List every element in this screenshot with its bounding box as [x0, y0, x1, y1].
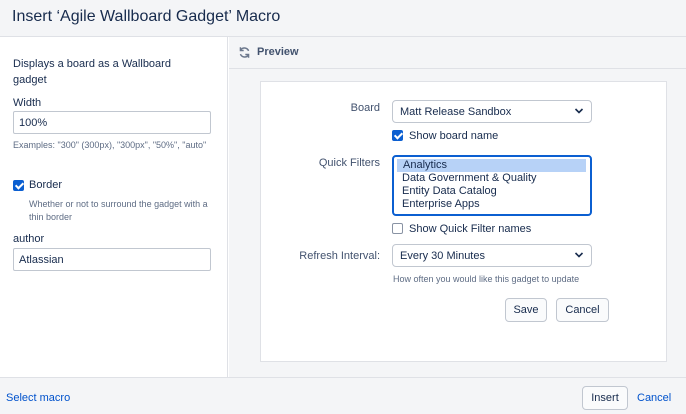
select-macro-link[interactable]: Select macro	[6, 392, 70, 404]
border-checkbox[interactable]	[13, 180, 24, 191]
border-label: Border	[29, 179, 63, 191]
macro-parameters-panel: Displays a board as a Wallboard gadget W…	[0, 37, 228, 377]
quick-filter-option[interactable]: Data Government & Quality	[394, 172, 590, 185]
author-label: author	[13, 233, 45, 245]
quick-filter-option[interactable]: Analytics	[397, 159, 586, 172]
board-select-value: Matt Release Sandbox	[400, 106, 512, 118]
width-field[interactable]	[13, 111, 211, 134]
author-field[interactable]	[13, 248, 211, 271]
refresh-interval-select[interactable]: Every 30 Minutes	[392, 244, 592, 267]
quick-filters-listbox[interactable]: Analytics Data Government & Quality Enti…	[392, 155, 592, 216]
show-board-name-checkbox[interactable]	[392, 130, 403, 141]
show-quick-filter-names-label: Show Quick Filter names	[409, 223, 532, 235]
quick-filter-option[interactable]: Entity Data Catalog	[394, 185, 590, 198]
border-help-text: Whether or not to surround the gadget wi…	[29, 199, 208, 222]
refresh-icon[interactable]	[238, 46, 251, 59]
board-label: Board	[350, 102, 380, 114]
refresh-interval-value: Every 30 Minutes	[400, 250, 485, 262]
preview-header: Preview	[229, 37, 686, 69]
quick-filter-option[interactable]: Enterprise Apps	[394, 198, 590, 211]
show-board-name-label: Show board name	[409, 130, 499, 142]
gadget-save-button[interactable]: Save	[505, 298, 547, 322]
macro-description: Displays a board as a Wallboard gadget	[13, 58, 171, 86]
dialog-footer: Select macro Insert Cancel	[0, 377, 686, 414]
dialog-header: Insert ‘Agile Wallboard Gadget’ Macro	[0, 0, 686, 37]
chevron-down-icon	[574, 252, 584, 258]
refresh-interval-label: Refresh Interval:	[299, 250, 380, 262]
width-label: Width	[13, 97, 42, 109]
show-quick-filter-names-checkbox[interactable]	[392, 223, 403, 234]
dialog-title: Insert ‘Agile Wallboard Gadget’ Macro	[12, 8, 281, 25]
dialog-cancel-link[interactable]: Cancel	[637, 392, 671, 404]
insert-button[interactable]: Insert	[582, 386, 628, 410]
quick-filters-label: Quick Filters	[318, 157, 380, 169]
board-select[interactable]: Matt Release Sandbox	[392, 100, 592, 123]
gadget-cancel-button[interactable]: Cancel	[556, 298, 609, 322]
refresh-interval-help: How often you would like this gadget to …	[393, 274, 580, 284]
preview-title: Preview	[257, 46, 299, 58]
width-help-text: Examples: "300" (300px), "300px", "50%",…	[13, 140, 207, 150]
chevron-down-icon	[574, 108, 584, 114]
